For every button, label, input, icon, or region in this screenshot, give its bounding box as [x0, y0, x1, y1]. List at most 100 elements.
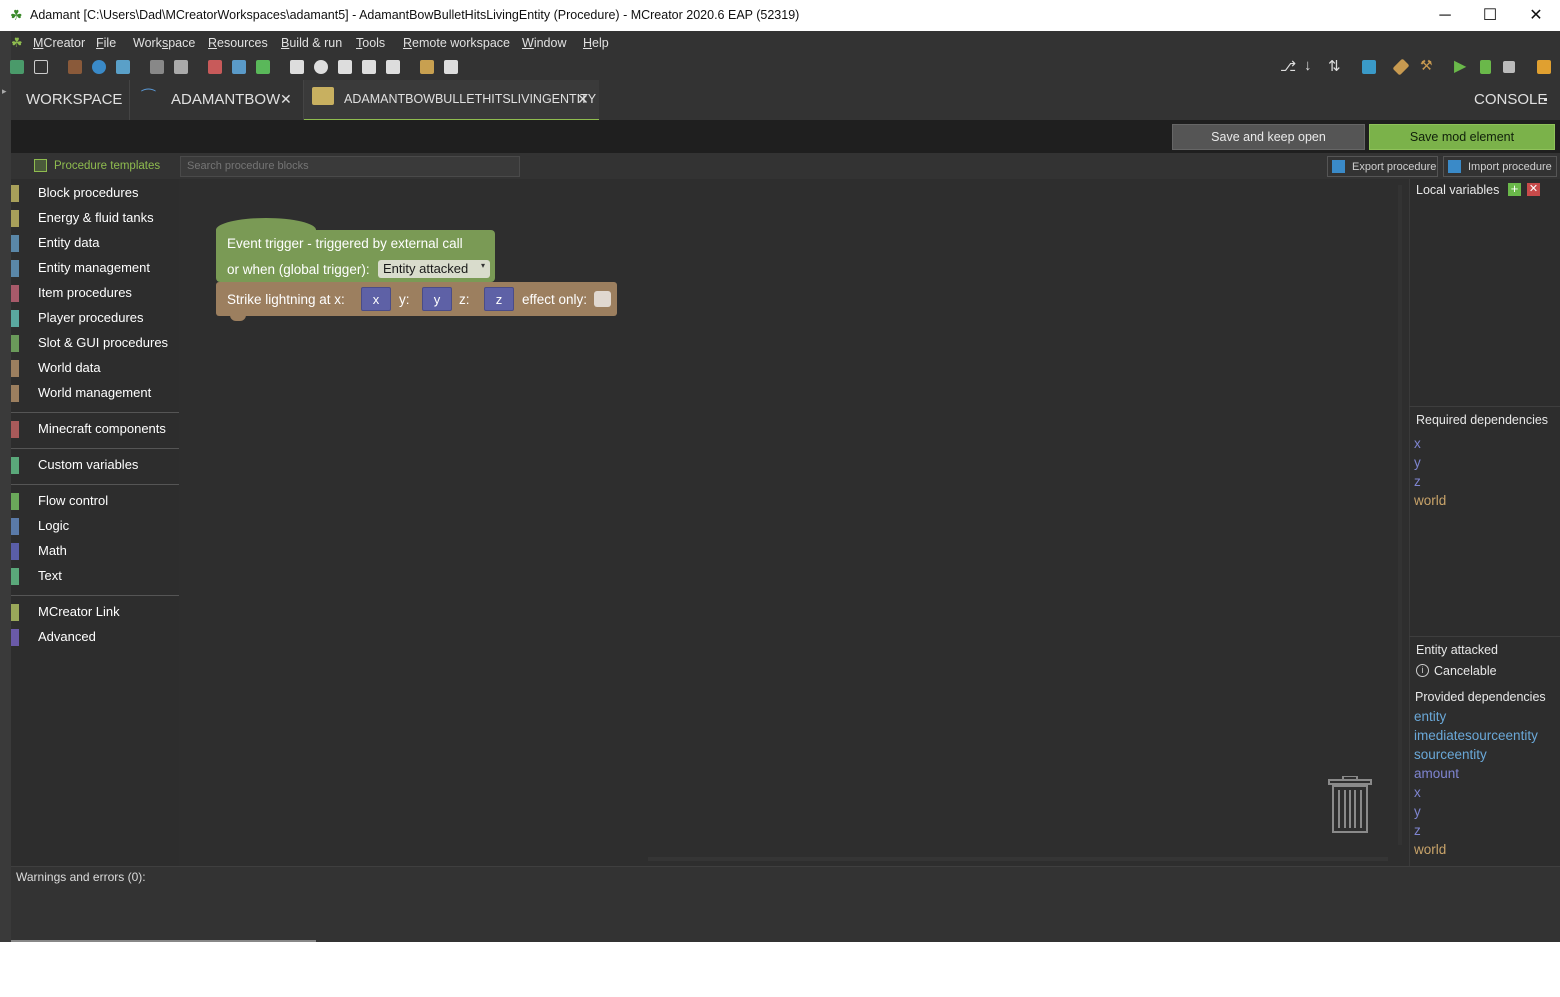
provided-dependency-sourceentity: sourceentity	[1414, 747, 1487, 762]
vertical-scrollbar[interactable]	[1398, 185, 1402, 845]
category-label: Entity management	[38, 260, 151, 275]
y-input-block[interactable]: y	[422, 287, 452, 311]
menu-remote-workspace[interactable]: Remote workspace	[403, 36, 510, 50]
menu-window[interactable]: Window	[522, 36, 566, 50]
procedure-info-panel	[1409, 179, 1560, 866]
tool-c-icon[interactable]	[338, 60, 352, 74]
global-trigger-dropdown[interactable]: Entity attacked ▾	[378, 260, 490, 278]
save-keep-open-button[interactable]: Save and keep open	[1172, 124, 1365, 150]
category-math[interactable]: Math	[11, 539, 179, 564]
category-advanced[interactable]: Advanced	[11, 625, 179, 650]
sync-icon[interactable]: ⇅	[1328, 57, 1341, 75]
category-label: Item procedures	[38, 285, 132, 300]
category-player-procedures[interactable]: Player procedures	[11, 306, 179, 331]
save-icon[interactable]	[174, 60, 188, 74]
tiles-icon[interactable]	[256, 60, 270, 74]
provided-dependencies-heading: Provided dependencies	[1415, 690, 1546, 704]
category-label: Advanced	[38, 629, 96, 644]
add-variable-icon[interactable]: +	[1508, 182, 1521, 196]
landscape-icon[interactable]	[116, 60, 130, 74]
export-procedure-button[interactable]: Export procedure	[1327, 156, 1438, 177]
required-dependency-y: y	[1414, 455, 1421, 470]
category-custom-variables[interactable]: Custom variables	[11, 453, 179, 478]
required-dependency-x: x	[1414, 436, 1421, 451]
block-notch	[230, 312, 246, 321]
search-procedure-blocks-input[interactable]	[180, 156, 520, 177]
menu-build-run[interactable]: Build & run	[281, 36, 342, 50]
grid-icon[interactable]	[232, 60, 246, 74]
export-mod-icon[interactable]	[1537, 60, 1551, 74]
panel-divider	[1409, 406, 1560, 407]
required-dependency-world: world	[1414, 493, 1447, 508]
z-label: z:	[459, 292, 470, 307]
close-tab-adamantbow-icon[interactable]: ✕	[280, 80, 292, 119]
category-item-procedures[interactable]: Item procedures	[11, 281, 179, 306]
workspace-settings-icon[interactable]	[1362, 60, 1376, 74]
tool-a-icon[interactable]	[290, 60, 304, 74]
trash-icon[interactable]	[1327, 776, 1373, 834]
x-input-block[interactable]: x	[361, 287, 391, 311]
run-server-icon[interactable]	[1480, 60, 1491, 74]
edit-icon[interactable]	[444, 60, 458, 74]
new-element-icon[interactable]	[10, 60, 24, 74]
tool-e-icon[interactable]	[386, 60, 400, 74]
z-input-block[interactable]: z	[484, 287, 514, 311]
category-label: Minecraft components	[38, 421, 166, 436]
texture-icon[interactable]	[68, 60, 82, 74]
global-trigger-value: Entity attacked	[383, 261, 469, 276]
tab-workspace[interactable]: WORKSPACE	[26, 80, 122, 119]
category-mcreator-link[interactable]: MCreator Link	[11, 600, 179, 625]
tool-d-icon[interactable]	[362, 60, 376, 74]
category-label: Math	[38, 543, 67, 558]
provided-dependency-x: x	[1414, 785, 1421, 800]
tool-f-icon[interactable]	[420, 60, 434, 74]
menu-file[interactable]: File	[96, 36, 116, 50]
pull-icon[interactable]: ↓	[1304, 57, 1312, 74]
close-tab-procedure-icon[interactable]: ✕	[577, 80, 589, 119]
menu-resources[interactable]: Resources	[208, 36, 268, 50]
menu-tools[interactable]: Tools	[356, 36, 385, 50]
tab-console[interactable]: CONSOLE	[1474, 80, 1547, 119]
bow-icon: ⁀	[142, 90, 155, 107]
category-world-management[interactable]: World management	[11, 381, 179, 406]
warnings-label: Warnings and errors (0):	[16, 870, 146, 884]
category-logic[interactable]: Logic	[11, 514, 179, 539]
effect-only-checkbox[interactable]	[594, 291, 611, 307]
local-variables-heading: Local variables	[1416, 183, 1500, 197]
expand-arrow-icon: ▸	[2, 86, 7, 96]
category-text[interactable]: Text	[11, 564, 179, 589]
globe-icon[interactable]	[92, 60, 106, 74]
workspace-overview-icon[interactable]	[34, 60, 48, 74]
category-world-data[interactable]: World data	[11, 356, 179, 381]
run-client-icon[interactable]: ▶	[1454, 56, 1466, 76]
category-minecraft-components[interactable]: Minecraft components	[11, 417, 179, 442]
horizontal-scrollbar[interactable]	[648, 857, 1388, 861]
strike-lightning-label: Strike lightning at x:	[227, 292, 345, 307]
remove-variable-icon[interactable]: ✕	[1527, 183, 1540, 196]
close-window-button[interactable]: ✕	[1513, 0, 1559, 31]
tool-b-icon[interactable]	[314, 60, 328, 74]
category-slot-gui-procedures[interactable]: Slot & GUI procedures	[11, 331, 179, 356]
minimize-button[interactable]: ─	[1422, 0, 1468, 31]
category-block-procedures[interactable]: Block procedures	[11, 181, 179, 206]
import-icon[interactable]	[150, 60, 164, 74]
category-energy-fluid-tanks[interactable]: Energy & fluid tanks	[11, 206, 179, 231]
menu-mcreator[interactable]: MCreator	[33, 36, 85, 50]
category-flow-control[interactable]: Flow control	[11, 489, 179, 514]
tab-divider	[129, 80, 130, 120]
category-entity-management[interactable]: Entity management	[11, 256, 179, 281]
structure-icon[interactable]	[208, 60, 222, 74]
export-icon	[1332, 160, 1345, 173]
tab-adamantbow[interactable]: ADAMANTBOW	[171, 80, 280, 119]
menu-workspace[interactable]: Workspace	[133, 36, 195, 50]
maximize-button[interactable]: ☐	[1467, 0, 1513, 31]
menu-help[interactable]: Help	[583, 36, 609, 50]
hammer-icon[interactable]: ⚒	[1420, 57, 1433, 74]
category-entity-data[interactable]: Entity data	[11, 231, 179, 256]
git-branch-icon[interactable]: ⎇	[1280, 58, 1296, 75]
procedure-templates-button[interactable]: Procedure templates	[54, 160, 160, 172]
stop-icon[interactable]	[1503, 61, 1515, 73]
provided-dependency-amount: amount	[1414, 766, 1460, 781]
import-procedure-button[interactable]: Import procedure	[1443, 156, 1557, 177]
save-mod-element-button[interactable]: Save mod element	[1369, 124, 1555, 150]
